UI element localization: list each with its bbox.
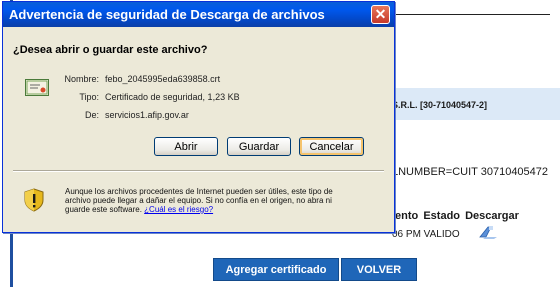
table-row: 06 PM VALIDO (392, 229, 460, 240)
risk-link[interactable]: ¿Cuál es el riesgo? (144, 205, 213, 214)
header-fecha: iento (392, 210, 419, 222)
table-header: iento Estado Descargar (392, 210, 519, 222)
serial-number-text: LNUMBER=CUIT 30710405472 (392, 166, 549, 178)
download-warning-dialog: Advertencia de seguridad de Descarga de … (2, 1, 395, 233)
top-divider (380, 14, 550, 15)
file-type-value: Certificado de seguridad, 1,23 KB (105, 92, 240, 102)
save-button[interactable]: Guardar (227, 137, 291, 156)
company-text: S.R.L. [30-71040547-2] (392, 100, 488, 110)
from-label: De: (84, 110, 99, 120)
header-descargar: Descargar (465, 210, 519, 222)
dialog-separator (13, 170, 384, 172)
type-label: Tipo: (79, 92, 99, 102)
download-icon[interactable] (477, 224, 499, 240)
file-name-value: febo_2045995eda639858.crt (105, 74, 221, 84)
back-button[interactable]: VOLVER (341, 258, 417, 281)
open-button[interactable]: Abrir (154, 137, 218, 156)
header-estado: Estado (423, 210, 461, 222)
close-button[interactable]: ✕ (371, 5, 390, 24)
name-label: Nombre: (64, 74, 99, 84)
close-icon: ✕ (374, 6, 387, 22)
dialog-question: ¿Desea abrir o guardar este archivo? (13, 44, 208, 56)
dialog-titlebar[interactable]: Advertencia de seguridad de Descarga de … (3, 2, 394, 27)
security-shield-icon (24, 188, 44, 212)
file-source-value: servicios1.afip.gov.ar (105, 110, 189, 120)
certificate-file-icon (25, 79, 49, 96)
add-certificate-button[interactable]: Agregar certificado (213, 258, 339, 281)
dialog-title: Advertencia de seguridad de Descarga de … (9, 7, 325, 22)
warning-message: Aunque los archivos procedentes de Inter… (65, 187, 355, 214)
cancel-button[interactable]: Cancelar (299, 137, 364, 156)
